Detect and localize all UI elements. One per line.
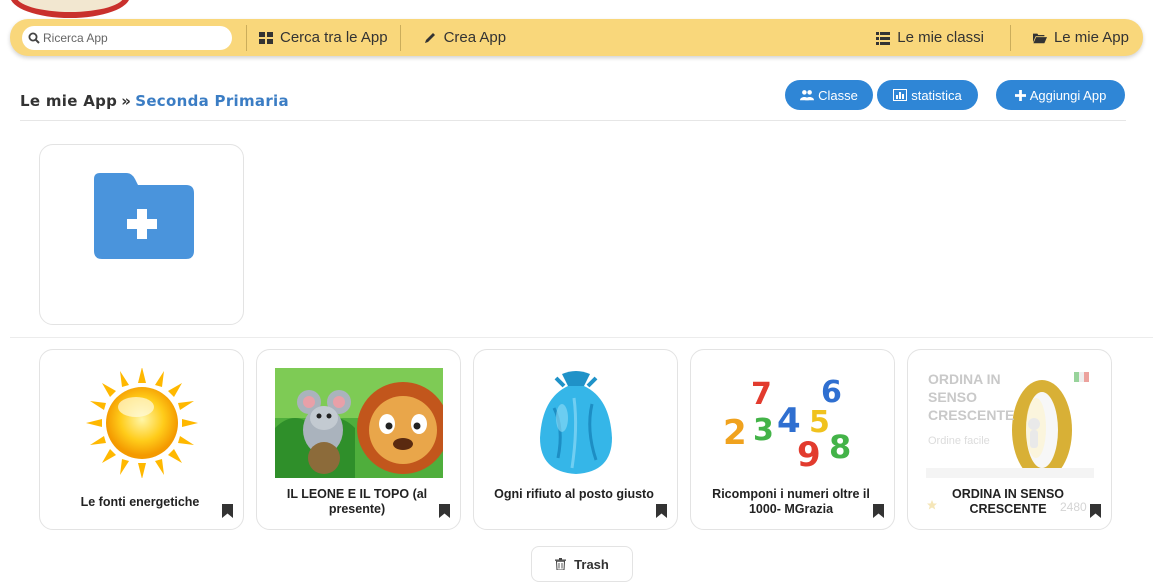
nav-my-apps-label: Le mie App <box>1053 29 1129 46</box>
stats-button[interactable]: statistica <box>877 80 978 110</box>
sun-image <box>86 368 198 478</box>
faded-title-line: SENSO <box>928 389 978 405</box>
nav-search-apps[interactable]: Cerca tra le App <box>247 19 400 56</box>
search-box[interactable] <box>22 25 232 50</box>
app-card[interactable]: Le fonti energetiche <box>39 349 244 530</box>
grid-icon <box>259 31 273 44</box>
svg-text:2: 2 <box>723 413 747 453</box>
bookmark-icon[interactable] <box>222 504 233 518</box>
faded-title-line: ORDINA IN <box>928 371 1001 387</box>
bookmark-icon[interactable] <box>1090 504 1101 518</box>
nav-my-apps[interactable]: Le mie App <box>1011 19 1143 56</box>
app-title: IL LEONE E IL TOPO (al presente) <box>286 487 428 516</box>
trash-bag-image <box>540 371 612 474</box>
add-app-button-label: Aggiungi App <box>1029 87 1107 103</box>
faded-title: ORDINA IN SENSO CRESCENTE <box>928 370 1014 424</box>
nav-divider <box>399 24 401 51</box>
breadcrumb-current: Seconda Primaria <box>135 92 289 110</box>
class-button-label: Classe <box>818 87 858 103</box>
header-divider <box>20 120 1126 121</box>
trash-button[interactable]: Trash <box>531 546 633 582</box>
lion-mouse-image <box>275 368 443 478</box>
app-title: Ogni rifiuto al posto giusto <box>494 487 654 501</box>
search-input[interactable] <box>43 30 223 45</box>
nav-my-classes[interactable]: Le mie classi <box>864 19 1010 56</box>
search-icon <box>28 32 40 44</box>
trash-icon <box>555 558 567 570</box>
class-button[interactable]: Classe <box>785 80 873 110</box>
bar-chart-icon <box>893 89 908 101</box>
svg-text:7: 7 <box>751 377 772 412</box>
users-icon <box>800 90 815 101</box>
section-divider <box>10 337 1153 338</box>
app-card[interactable]: Ogni rifiuto al posto giusto <box>473 349 678 530</box>
app-title: Le fonti energetiche <box>80 495 200 509</box>
app-title: Ricomponi i numeri oltre il 1000- MGrazi… <box>712 487 870 516</box>
app-card[interactable]: 7 6 2 3 4 5 9 8 Ricomponi i numeri oltre… <box>690 349 895 530</box>
app-title: ORDINA IN SENSO CRESCENTE <box>951 487 1065 516</box>
trash-label: Trash <box>574 556 609 572</box>
breadcrumb-separator: » <box>121 92 132 110</box>
nav-divider <box>246 24 247 51</box>
app-card[interactable]: ORDINA IN SENSO CRESCENTE Ordine facile … <box>907 349 1112 530</box>
pencil-icon <box>424 32 435 43</box>
nav-my-classes-label: Le mie classi <box>897 29 984 46</box>
nav-search-apps-label: Cerca tra le App <box>280 29 388 46</box>
svg-text:8: 8 <box>829 428 851 466</box>
svg-text:9: 9 <box>797 435 821 475</box>
nav-create-app-label: Crea App <box>443 29 507 46</box>
bookmark-icon[interactable] <box>873 504 884 518</box>
bookmark-icon[interactable] <box>656 504 667 518</box>
bookmark-icon[interactable] <box>439 504 450 518</box>
top-navbar: Cerca tra le App Crea App Le mie classi … <box>10 19 1143 56</box>
list-icon <box>876 31 891 45</box>
folder-plus-icon <box>94 173 194 259</box>
breadcrumb: Le mie App» Seconda Primaria <box>20 92 289 110</box>
folder-open-icon <box>1032 33 1047 43</box>
app-card[interactable]: IL LEONE E IL TOPO (al presente) <box>256 349 461 530</box>
faded-title-line: CRESCENTE <box>928 407 1015 423</box>
nav-create-app[interactable]: Crea App <box>401 19 519 56</box>
breadcrumb-root[interactable]: Le mie App <box>20 92 117 110</box>
numbers-image: 7 6 2 3 4 5 9 8 <box>723 375 851 475</box>
stats-button-label: statistica <box>911 87 962 103</box>
new-folder-card[interactable] <box>39 144 244 325</box>
nav-divider <box>1009 24 1011 51</box>
add-app-button[interactable]: Aggiungi App <box>996 80 1125 110</box>
svg-text:3: 3 <box>753 413 774 448</box>
plus-icon <box>1014 89 1026 101</box>
faded-subtitle: Ordine facile <box>928 435 990 447</box>
